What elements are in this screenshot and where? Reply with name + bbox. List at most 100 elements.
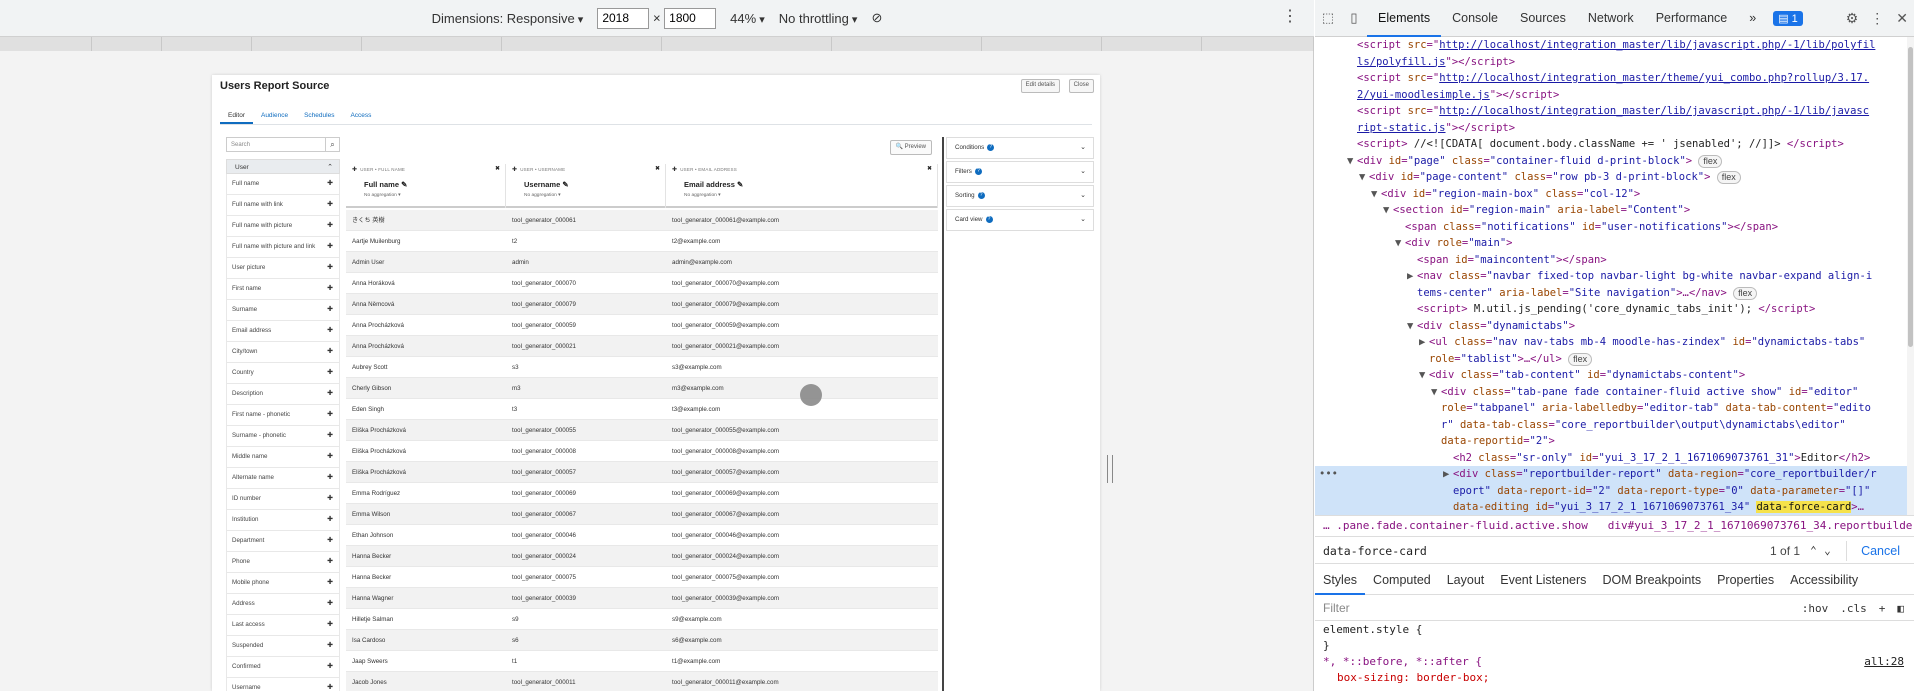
pencil-icon[interactable]: ✎ (562, 180, 568, 189)
sidebar-item[interactable]: Alternate name ✚ (226, 468, 340, 489)
tab-dom-breakpoints[interactable]: DOM Breakpoints (1594, 565, 1709, 595)
dom-tree[interactable]: <script src="http://localhost/integratio… (1315, 37, 1914, 515)
aggregation-select[interactable]: No aggregation (364, 193, 397, 198)
sidebar-item[interactable]: Institution ✚ (226, 510, 340, 531)
aggregation-select[interactable]: No aggregation (524, 193, 557, 198)
pencil-icon[interactable]: ✎ (737, 180, 743, 189)
resize-handle[interactable] (1107, 455, 1113, 483)
tab-schedules[interactable]: Schedules (296, 109, 342, 124)
sidebar-item[interactable]: Mobile phone ✚ (226, 573, 340, 594)
sidebar-item[interactable]: Email address ✚ (226, 321, 340, 342)
sidebar-item[interactable]: Confirmed ✚ (226, 657, 340, 678)
search-input[interactable]: Search ⌕ (226, 137, 340, 152)
column-name[interactable]: Email address (684, 180, 735, 189)
sidebar-item[interactable]: Department ✚ (226, 531, 340, 552)
search-icon[interactable]: ⌕ (325, 138, 339, 151)
kebab-menu-icon[interactable]: ⋮ (1282, 9, 1298, 25)
breadcrumb-item[interactable]: .pane.fade.container-fluid.active.show (1336, 519, 1588, 532)
move-icon[interactable]: ✚ (672, 167, 677, 173)
column-username[interactable]: ✚ USER • USERNAME ✖ Username ✎ No aggrega… (506, 164, 666, 208)
cls-toggle[interactable]: .cls (1840, 602, 1867, 615)
style-property[interactable]: box-sizing: border-box; (1323, 670, 1914, 686)
add-icon[interactable]: ✚ (327, 195, 333, 215)
style-source-link[interactable]: all:28 (1864, 654, 1904, 670)
sidebar-item[interactable]: User picture ✚ (226, 258, 340, 279)
sidebar-item[interactable]: Phone ✚ (226, 552, 340, 573)
edit-details-button[interactable]: Edit details (1020, 79, 1060, 93)
close-icon[interactable]: ✕ (1896, 10, 1908, 27)
help-icon[interactable]: ? (985, 215, 993, 223)
inspect-icon[interactable]: ⬚ (1315, 10, 1341, 26)
card-card-view[interactable]: Card view? ⌄ (946, 209, 1094, 231)
help-icon[interactable]: ? (977, 191, 985, 199)
chevron-down-icon[interactable]: ⌄ (1824, 544, 1838, 557)
add-icon[interactable]: ✚ (327, 405, 333, 425)
add-icon[interactable]: ✚ (327, 447, 333, 467)
add-icon[interactable]: ✚ (327, 237, 333, 257)
add-icon[interactable]: ✚ (327, 615, 333, 635)
sidebar-item[interactable]: Full name with picture ✚ (226, 216, 340, 237)
tab-event-listeners[interactable]: Event Listeners (1492, 565, 1594, 595)
close-icon[interactable]: ✖ (495, 165, 500, 172)
sidebar-item[interactable]: Surname ✚ (226, 300, 340, 321)
sidebar-item[interactable]: First name ✚ (226, 279, 340, 300)
tab-audience[interactable]: Audience (253, 109, 296, 124)
sidebar-item[interactable]: Country ✚ (226, 363, 340, 384)
add-icon[interactable]: ✚ (327, 300, 333, 320)
preview-button[interactable]: 🔍 Preview (889, 140, 932, 155)
height-input[interactable] (664, 7, 717, 29)
add-icon[interactable]: ✚ (327, 594, 333, 614)
hov-toggle[interactable]: :hov (1802, 602, 1829, 615)
tab-performance[interactable]: Performance (1645, 0, 1739, 37)
breadcrumb-item[interactable]: div#yui_3_17_2_1_1671069073761_34.report… (1608, 519, 1914, 532)
tab-sources[interactable]: Sources (1509, 0, 1577, 37)
tab-access[interactable]: Access (342, 109, 379, 124)
device-toggle-icon[interactable]: ▯ (1341, 10, 1367, 26)
aggregation-select[interactable]: No aggregation (684, 193, 717, 198)
sidebar-item[interactable]: ID number ✚ (226, 489, 340, 510)
sidebar-item[interactable]: First name - phonetic ✚ (226, 405, 340, 426)
chevron-up-icon[interactable]: ⌃ (1810, 544, 1824, 557)
zoom-dropdown[interactable]: 44% (730, 11, 765, 26)
close-button[interactable]: Close (1068, 79, 1094, 93)
add-icon[interactable]: ✚ (327, 573, 333, 593)
add-icon[interactable]: ✚ (327, 384, 333, 404)
tab-properties[interactable]: Properties (1709, 565, 1782, 595)
throttling-dropdown[interactable]: No throttling (779, 11, 858, 26)
tab-accessibility[interactable]: Accessibility (1782, 565, 1866, 595)
add-icon[interactable]: ✚ (327, 468, 333, 488)
tab-layout[interactable]: Layout (1439, 565, 1493, 595)
scrollbar[interactable] (1907, 37, 1914, 515)
width-input[interactable] (597, 7, 650, 29)
add-icon[interactable]: ✚ (327, 174, 333, 194)
tab-computed[interactable]: Computed (1365, 565, 1439, 595)
move-icon[interactable]: ✚ (512, 167, 517, 173)
column-name[interactable]: Username (524, 180, 560, 189)
sidebar-item[interactable]: Full name ✚ (226, 174, 340, 195)
help-icon[interactable]: ? (974, 167, 982, 175)
sidebar-item[interactable]: Full name with picture and link ✚ (226, 237, 340, 258)
sidebar-item[interactable]: Surname - phonetic ✚ (226, 426, 340, 447)
tab-styles[interactable]: Styles (1315, 565, 1366, 595)
media-query-ruler[interactable] (0, 37, 1314, 51)
add-icon[interactable]: ✚ (327, 552, 333, 572)
tab-editor[interactable]: Editor (220, 109, 253, 124)
more-tabs[interactable]: » (1738, 0, 1767, 37)
pencil-icon[interactable]: ✎ (401, 180, 407, 189)
add-rule-icon[interactable]: + (1879, 602, 1886, 615)
add-icon[interactable]: ✚ (327, 678, 333, 691)
add-icon[interactable]: ✚ (327, 531, 333, 551)
column-name[interactable]: Full name (364, 180, 399, 189)
find-input[interactable]: data-force-card (1323, 544, 1770, 558)
add-icon[interactable]: ✚ (327, 489, 333, 509)
sidebar-toggle-icon[interactable]: ◧ (1897, 602, 1904, 615)
tab-elements[interactable]: Elements (1367, 0, 1442, 37)
add-icon[interactable]: ✚ (327, 510, 333, 530)
add-icon[interactable]: ✚ (327, 258, 333, 278)
rotate-icon[interactable]: ⊘ (871, 10, 882, 26)
move-icon[interactable]: ✚ (352, 167, 357, 173)
sidebar-item[interactable]: Middle name ✚ (226, 447, 340, 468)
add-icon[interactable]: ✚ (327, 216, 333, 236)
add-icon[interactable]: ✚ (327, 342, 333, 362)
add-icon[interactable]: ✚ (327, 636, 333, 656)
